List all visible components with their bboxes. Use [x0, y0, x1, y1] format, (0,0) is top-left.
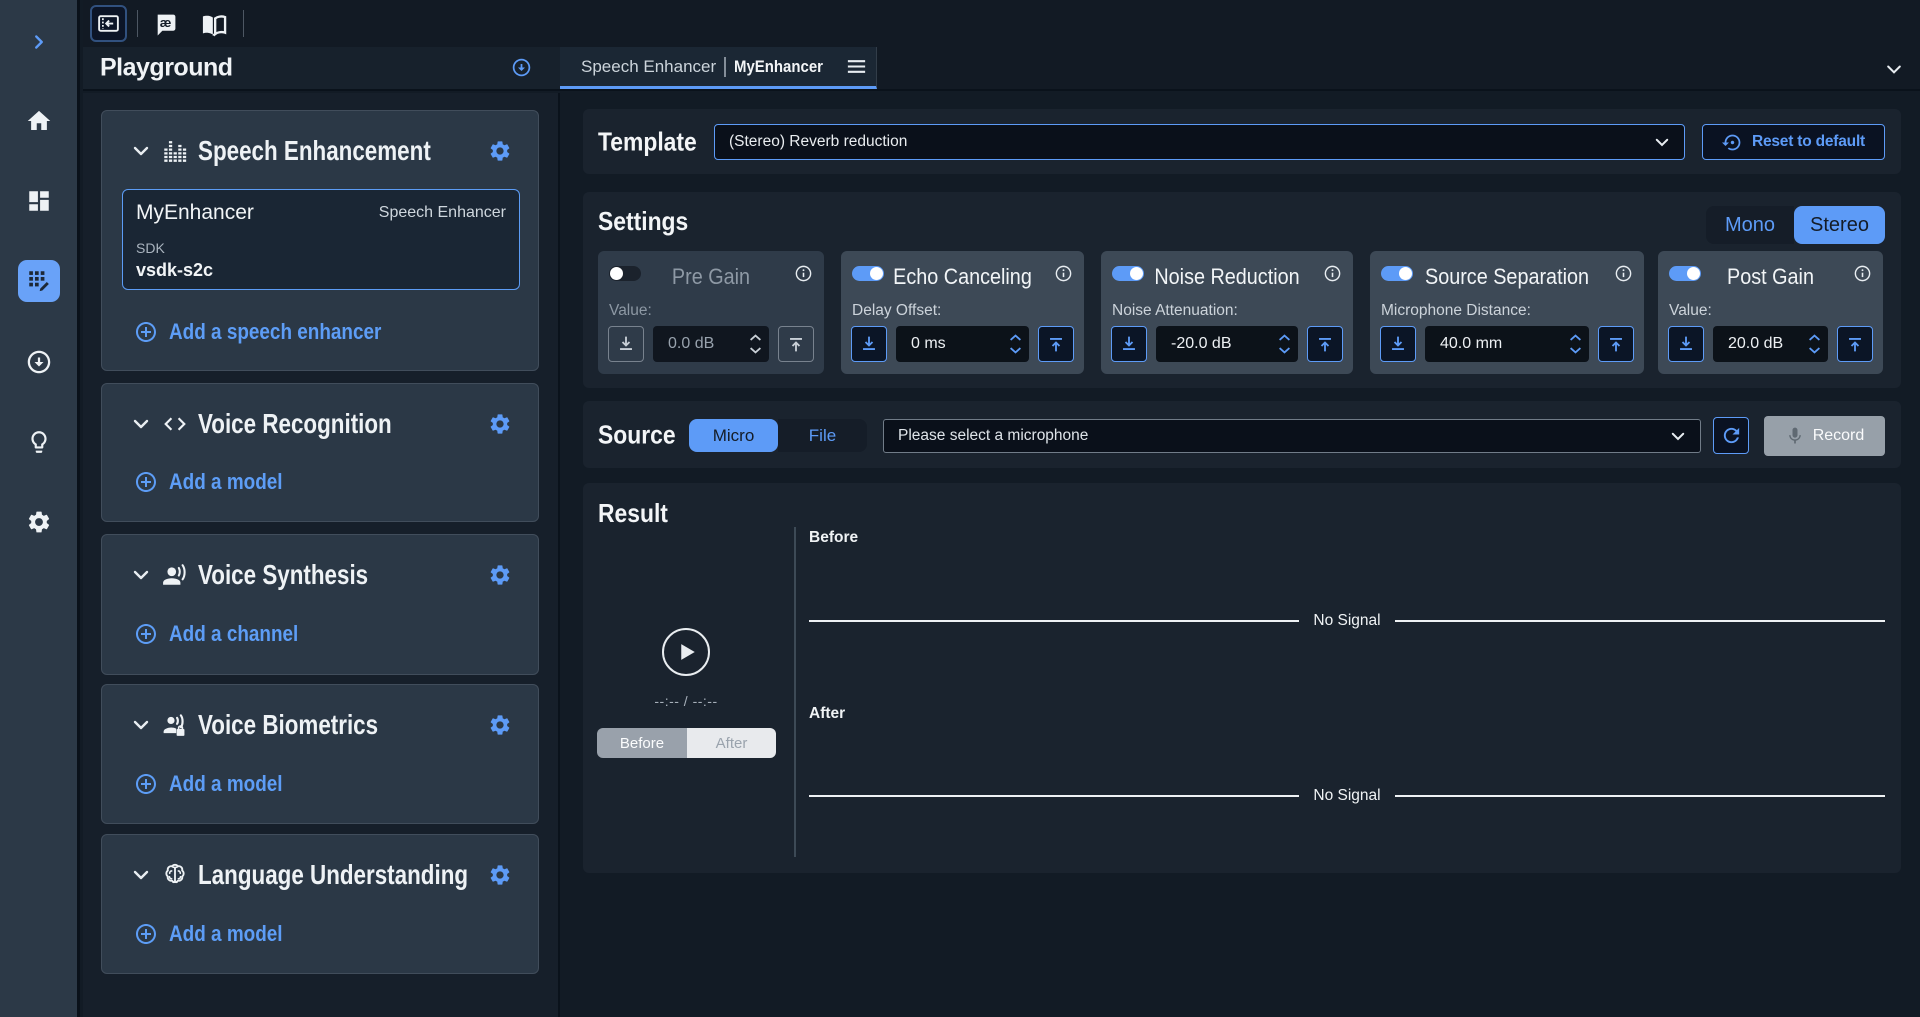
svg-text:æ: æ	[160, 15, 172, 30]
